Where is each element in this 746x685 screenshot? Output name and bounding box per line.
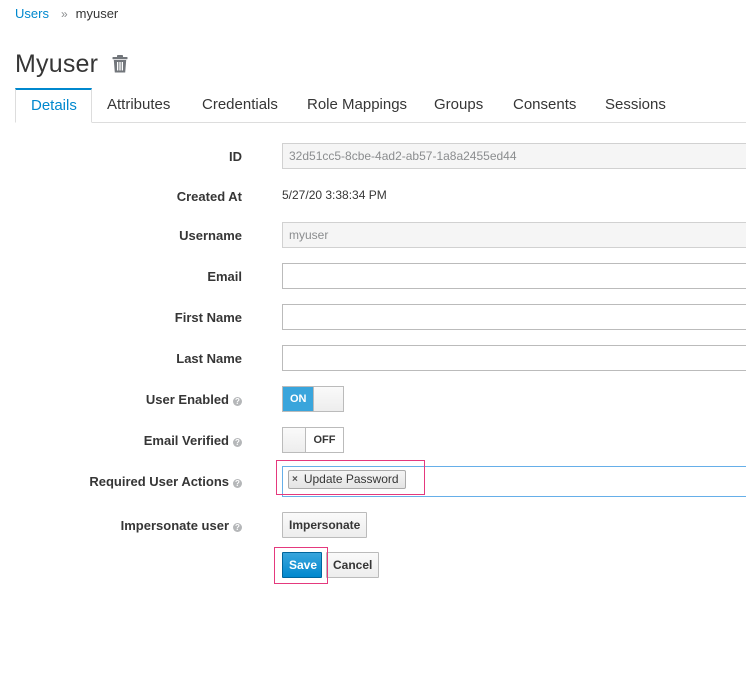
- title-row: Myuser: [15, 50, 128, 79]
- breadcrumb-current: myuser: [75, 6, 119, 21]
- save-button[interactable]: Save: [282, 552, 322, 578]
- required-actions-select[interactable]: × Update Password: [282, 466, 746, 497]
- created-at-label: Created At: [176, 189, 242, 204]
- tab-attributes[interactable]: Attributes: [92, 88, 185, 122]
- impersonate-label: Impersonate user?: [121, 518, 242, 533]
- page-title: Myuser: [15, 50, 99, 78]
- username-label: Username: [179, 228, 242, 243]
- id-label: ID: [229, 149, 242, 164]
- tab-details[interactable]: Details: [15, 88, 92, 123]
- help-icon[interactable]: ?: [233, 523, 242, 532]
- last-name-label: Last Name: [176, 351, 242, 366]
- first-name-label: First Name: [174, 310, 242, 325]
- user-enabled-label: User Enabled?: [146, 392, 242, 407]
- remove-chip-icon[interactable]: ×: [292, 471, 298, 488]
- email-field[interactable]: [282, 263, 746, 289]
- help-icon[interactable]: ?: [233, 438, 242, 447]
- user-enabled-label-text: User Enabled: [145, 392, 229, 407]
- trash-icon[interactable]: [112, 55, 128, 78]
- email-verified-label: Email Verified?: [144, 433, 242, 448]
- email-verified-label-text: Email Verified: [143, 433, 229, 448]
- required-actions-label-text: Required User Actions: [89, 474, 229, 489]
- impersonate-label-text: Impersonate user: [120, 518, 229, 533]
- breadcrumb-separator: »: [60, 6, 68, 21]
- cancel-button[interactable]: Cancel: [326, 552, 380, 578]
- tab-groups[interactable]: Groups: [419, 88, 498, 122]
- breadcrumb: Users » myuser: [15, 6, 118, 21]
- user-enabled-toggle[interactable]: ON: [282, 386, 344, 412]
- help-icon[interactable]: ?: [233, 397, 242, 406]
- first-name-field[interactable]: [282, 304, 746, 330]
- breadcrumb-users-link[interactable]: Users: [15, 6, 49, 21]
- id-field[interactable]: [282, 143, 746, 169]
- impersonate-button[interactable]: Impersonate: [282, 512, 368, 538]
- email-verified-toggle[interactable]: OFF: [282, 427, 344, 453]
- tab-sessions[interactable]: Sessions: [590, 88, 681, 122]
- chip-label: Update Password: [303, 472, 399, 486]
- tab-credentials[interactable]: Credentials: [187, 88, 293, 122]
- username-field[interactable]: [282, 222, 746, 248]
- tab-role-mappings[interactable]: Role Mappings: [292, 88, 422, 122]
- user-enabled-state: ON: [283, 387, 314, 411]
- required-actions-label: Required User Actions?: [89, 474, 242, 489]
- required-action-chip: × Update Password: [288, 470, 406, 489]
- last-name-field[interactable]: [282, 345, 746, 371]
- help-icon[interactable]: ?: [233, 479, 242, 488]
- email-verified-state: OFF: [313, 434, 336, 446]
- created-at-value: 5/27/20 3:38:34 PM: [282, 188, 387, 202]
- tab-consents[interactable]: Consents: [498, 88, 591, 122]
- tab-bar: Details Attributes Credentials Role Mapp…: [15, 88, 746, 123]
- toggle-knob: [283, 428, 306, 452]
- email-label: Email: [207, 269, 242, 284]
- toggle-knob: [313, 387, 343, 411]
